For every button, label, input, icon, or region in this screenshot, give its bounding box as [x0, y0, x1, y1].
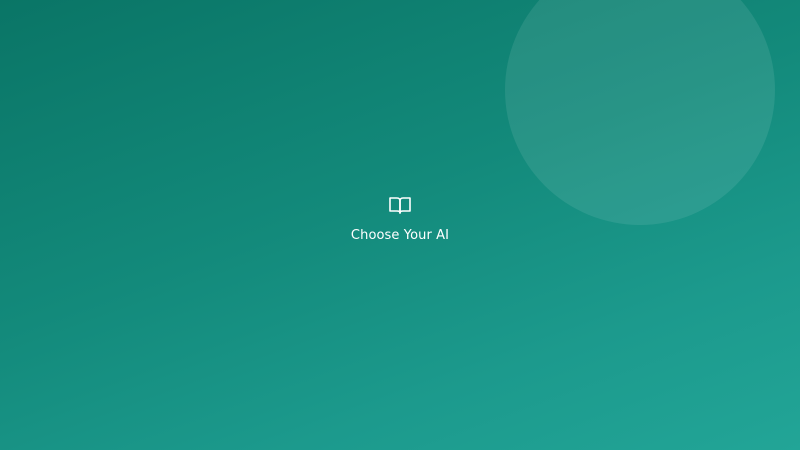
splash-screen: Choose Your AI [0, 0, 800, 450]
book-icon [389, 197, 411, 214]
decorative-circle [505, 0, 775, 225]
splash-content: Choose Your AI [0, 196, 800, 244]
splash-title: Choose Your AI [350, 228, 450, 243]
